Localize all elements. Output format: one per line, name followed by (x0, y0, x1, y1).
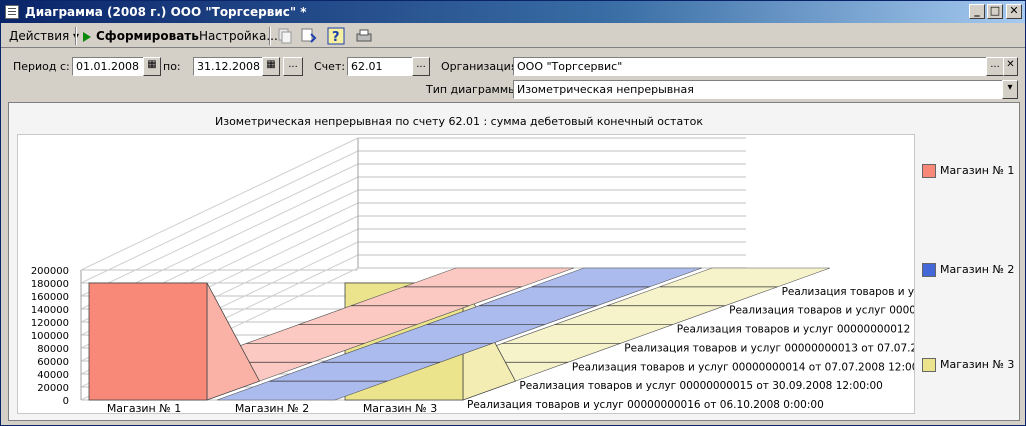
y-tick-label: 120000 (31, 318, 69, 329)
x-category-label: Магазин № 3 (363, 402, 437, 413)
maximize-button[interactable]: □ (987, 4, 1003, 19)
refresh-icon[interactable] (300, 27, 318, 45)
print-icon[interactable] (355, 27, 373, 45)
toolbar-separator (269, 27, 271, 45)
close-button[interactable]: ✕ (1006, 4, 1022, 19)
depth-label: Реализация товаров и услуг 00000000016 о… (467, 399, 824, 411)
y-tick-label: 60000 (37, 357, 69, 368)
chart-panel: Изометрическая непрерывная по счету 62.0… (8, 102, 1020, 421)
grid-line (80, 150, 359, 284)
depth-label: Реализация товаров и услуг 00000000015 о… (519, 380, 882, 392)
period-select-button[interactable]: ... (283, 57, 303, 76)
legend-swatch (922, 358, 936, 372)
account-label: Счет: (314, 60, 346, 73)
period-from-label: Период с: (13, 60, 70, 73)
window-title: Диаграмма (2008 г.) ООО "Торгсервис" * (25, 5, 307, 19)
organization-input[interactable]: ООО "Торгсервис" (513, 57, 987, 76)
legend-item: Магазин № 1 (922, 163, 1014, 179)
report-window: Диаграмма (2008 г.) ООО "Торгсервис" * _… (0, 0, 1026, 426)
depth-label: Реализация товаров и услуг 00000000013 о… (624, 342, 914, 354)
chart-type-select[interactable]: Изометрическая непрерывная (513, 80, 1003, 99)
account-select-button[interactable]: ... (412, 57, 430, 76)
legend-label: Магазин № 2 (940, 263, 1015, 276)
period-to-label: по: (163, 60, 181, 73)
y-tick-label: 80000 (37, 344, 69, 355)
y-tick-label: 0 (63, 396, 69, 407)
minimize-button[interactable]: _ (969, 4, 985, 19)
y-tick-label: 180000 (31, 279, 69, 290)
settings-button[interactable]: Настройка... (199, 27, 278, 45)
calendar-icon[interactable]: ▦ (143, 57, 161, 76)
svg-text:?: ? (332, 30, 340, 45)
series-front-face (88, 282, 208, 401)
depth-label: Реализация товаров и услуг 00000000014 о… (572, 361, 914, 373)
y-tick-label: 160000 (31, 292, 69, 303)
chart-svg: 2000001800001600001400001200001000008000… (31, 137, 965, 415)
y-tick-label: 140000 (31, 305, 69, 316)
organization-label: Организация: (441, 60, 522, 73)
clear-icon[interactable]: ✕ (1003, 57, 1018, 76)
period-from-input[interactable]: 01.01.2008 (72, 57, 144, 76)
grid-line (80, 163, 359, 297)
document-icon (5, 5, 19, 19)
generate-button[interactable]: Сформировать (83, 27, 199, 45)
chart-type-label: Тип диаграммы: (426, 83, 521, 96)
legend-swatch (922, 164, 936, 178)
toolbar: Действия ▾ Сформировать Настройка... ? (1, 24, 1025, 48)
play-icon (83, 31, 91, 42)
legend-item: Магазин № 3 (922, 357, 1014, 373)
account-input[interactable]: 62.01 (347, 57, 413, 76)
y-tick-label: 40000 (37, 370, 69, 381)
y-tick-label: 100000 (31, 331, 69, 342)
organization-select-button[interactable]: ... (986, 57, 1004, 76)
period-to-input[interactable]: 31.12.2008 (193, 57, 263, 76)
y-tick-label: 200000 (31, 266, 69, 277)
depth-label: Реализация товаров и услуг 00000000012 о… (677, 324, 914, 336)
params-panel: Период с: 01.01.2008 ▦ по: 31.12.2008 ▦ … (1, 50, 1025, 100)
toolbar-separator (75, 27, 77, 45)
generate-label: Сформировать (96, 29, 199, 43)
x-category-label: Магазин № 2 (235, 402, 309, 413)
title-bar[interactable]: Диаграмма (2008 г.) ООО "Торгсервис" * _… (1, 1, 1025, 23)
legend-item: Магазин № 2 (922, 262, 1014, 278)
depth-label: Реализация товаров и услуг 000000000... (729, 305, 914, 317)
chart-title: Изометрическая непрерывная по счету 62.0… (215, 115, 703, 128)
legend-swatch (922, 263, 936, 277)
grid-line (80, 137, 359, 271)
legend-label: Магазин № 3 (940, 358, 1015, 371)
copy-icon[interactable] (276, 27, 294, 45)
x-category-label: Магазин № 1 (107, 402, 181, 413)
plot-area: 200000 180000 160000 140000 120000 100000 8000… (17, 134, 965, 415)
chevron-down-icon[interactable]: ▾ (1002, 80, 1018, 99)
calendar-icon[interactable]: ▦ (262, 57, 280, 76)
actions-menu[interactable]: Действия ▾ (9, 27, 79, 45)
depth-label: Реализация товаров и услуг 00... (782, 286, 914, 298)
legend-label: Магазин № 1 (940, 164, 1015, 177)
y-tick-label: 20000 (37, 383, 69, 394)
help-icon[interactable]: ? (327, 27, 345, 45)
